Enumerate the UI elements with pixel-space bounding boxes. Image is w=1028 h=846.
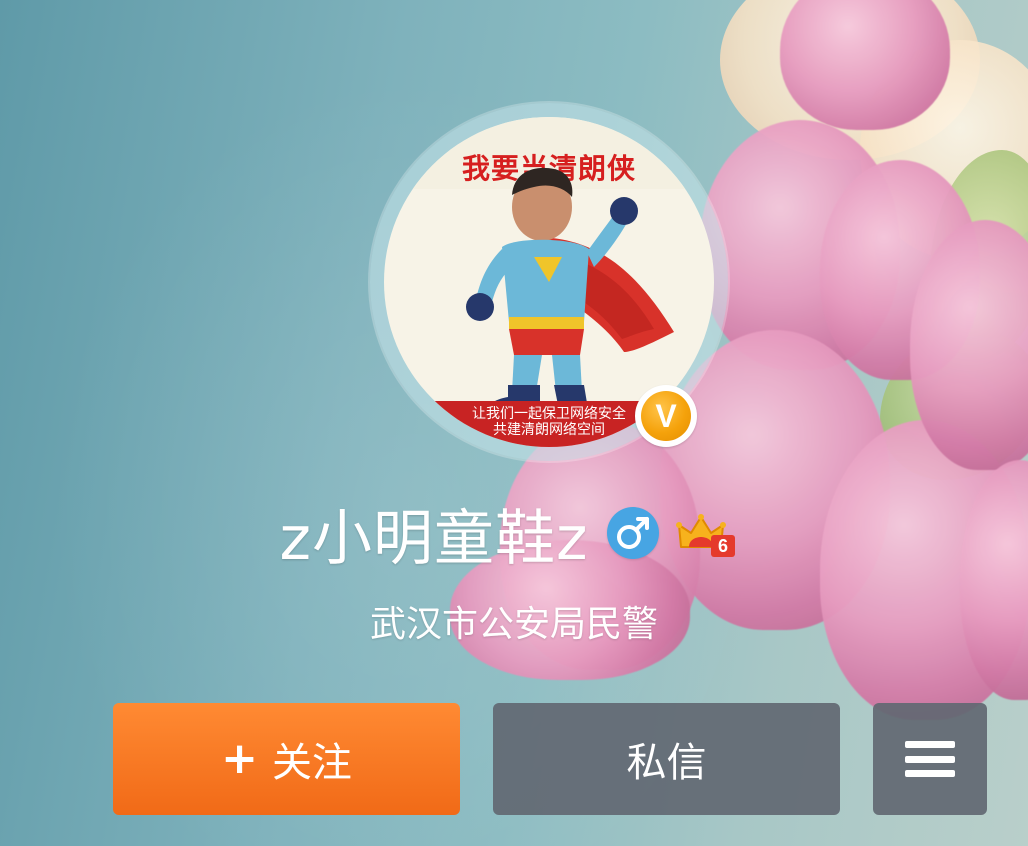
- username-row: z小明童鞋z 6: [0, 496, 1028, 574]
- profile-header: 我要当清朗侠: [0, 0, 1028, 846]
- follow-button[interactable]: + 关注: [113, 703, 460, 815]
- crown-vip-icon: 6: [675, 507, 739, 559]
- verified-badge-icon: V: [635, 385, 697, 447]
- male-symbol-icon: [606, 507, 659, 559]
- plus-icon: +: [221, 733, 258, 784]
- message-button-label: 私信: [626, 740, 707, 786]
- vip-level: 6: [717, 536, 727, 556]
- profile-bio: 武汉市公安局民警: [369, 604, 658, 645]
- more-menu-button[interactable]: [873, 703, 987, 815]
- verified-badge-letter: V: [641, 391, 691, 441]
- follow-button-label: 关注: [271, 740, 352, 786]
- message-button[interactable]: 私信: [493, 703, 840, 815]
- username: z小明童鞋z: [279, 503, 589, 574]
- menu-icon: [905, 741, 955, 777]
